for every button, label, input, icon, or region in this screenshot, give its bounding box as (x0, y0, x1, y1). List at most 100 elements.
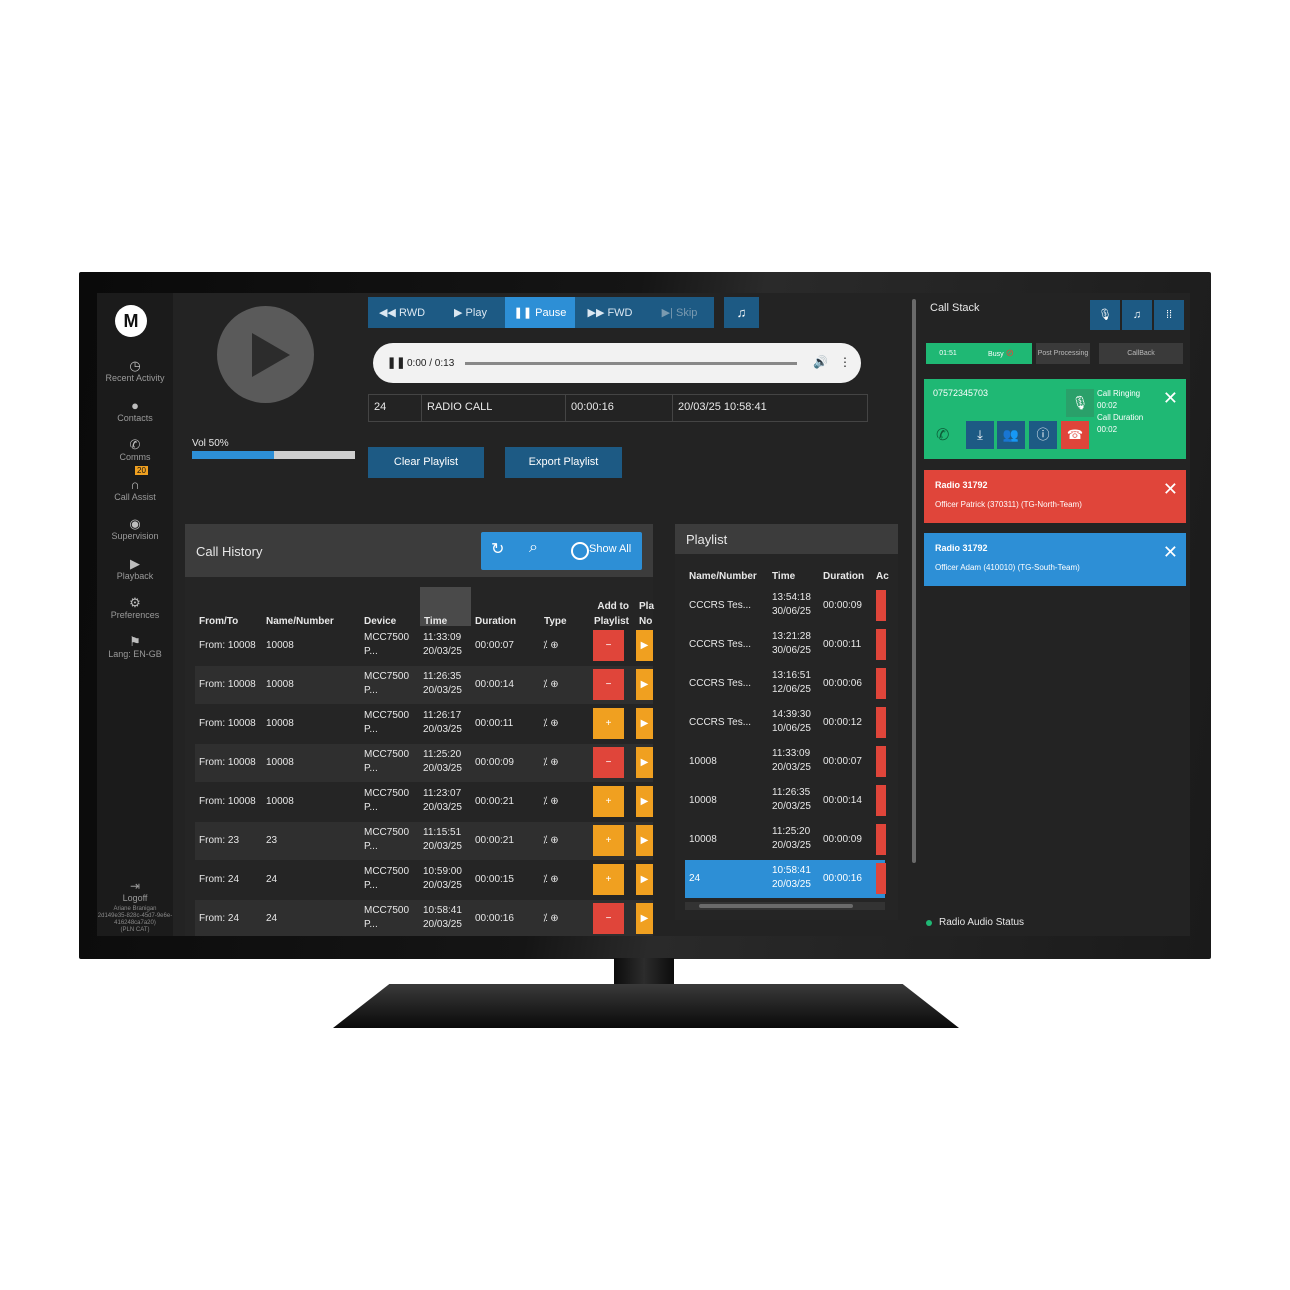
playlist-row[interactable]: CCCRS Tes... 14:39:30 10/06/25 00:00:12 (685, 704, 886, 742)
nav-playback[interactable]: ▶ Playback (97, 557, 173, 582)
volume-slider[interactable] (192, 451, 355, 459)
volume-icon[interactable]: 🔊 (813, 355, 828, 369)
vertical-scrollbar[interactable] (912, 299, 916, 863)
close-icon[interactable]: ✕ (1163, 389, 1178, 407)
remove-from-playlist-button[interactable] (876, 668, 886, 699)
download-icon[interactable]: ⤓ (966, 421, 994, 449)
add-to-playlist-button[interactable]: − (593, 903, 624, 934)
search-icon[interactable]: ⌕ (529, 539, 538, 557)
radio-card-2[interactable]: Radio 31792 Officer Adam (410010) (TG-So… (924, 533, 1186, 586)
playlist-row[interactable]: 10008 11:33:09 20/03/25 00:00:07 (685, 743, 886, 781)
nav-contacts[interactable]: ● Contacts (97, 399, 173, 424)
table-row[interactable]: From: 23 23 MCC7500 P... 11:15:51 20/03/25 00:… (195, 822, 653, 860)
playlist-row[interactable]: CCCRS Tes... 13:16:51 12/06/25 00:00:06 (685, 665, 886, 703)
col-device[interactable]: Device (364, 616, 396, 627)
add-to-playlist-button[interactable]: − (593, 630, 624, 661)
play-now-button[interactable]: ▶ (636, 864, 653, 895)
add-to-playlist-button[interactable]: + (593, 708, 624, 739)
callback-tab[interactable]: CallBack (1099, 343, 1183, 364)
headset-icon[interactable]: ♫ (1122, 300, 1152, 330)
call-mic-icon[interactable]: 🎙 (1066, 389, 1094, 417)
col-play-now-2: No (639, 616, 653, 627)
clear-playlist-button[interactable]: Clear Playlist (368, 447, 484, 478)
pl-cell-time: 13:16:51 (772, 670, 811, 681)
nav-supervision[interactable]: ◉ Supervision (97, 517, 173, 542)
skip-button[interactable]: ▶| Skip (645, 297, 714, 328)
remove-from-playlist-button[interactable] (876, 824, 886, 855)
table-row[interactable]: From: 24 24 MCC7500 P... 10:58:41 20/03/25 00:… (195, 900, 653, 936)
remove-from-playlist-button[interactable] (876, 863, 886, 894)
scroll-thumb[interactable] (699, 904, 853, 908)
play-now-button[interactable]: ▶ (636, 669, 653, 700)
show-all-button[interactable]: Show All (589, 543, 631, 555)
playlist-row[interactable]: 10008 11:25:20 20/03/25 00:00:09 (685, 821, 886, 859)
play-now-button[interactable]: ▶ (636, 747, 653, 778)
add-to-playlist-button[interactable]: + (593, 864, 624, 895)
hangup-icon[interactable]: ☎ (1061, 421, 1089, 449)
add-to-playlist-button[interactable]: − (593, 669, 624, 700)
add-to-playlist-button[interactable]: + (593, 786, 624, 817)
info-number: 24 (369, 395, 422, 421)
playlist-row[interactable]: CCCRS Tes... 13:54:18 30/06/25 00:00:09 (685, 587, 886, 625)
more-options-icon[interactable]: ⋮ (839, 355, 851, 369)
fwd-button[interactable]: ▶▶ FWD (575, 297, 645, 328)
post-processing-tab[interactable]: Post Processing (1036, 343, 1090, 364)
busy-tab[interactable]: Busy ⊘ (970, 343, 1032, 364)
playlist-row[interactable]: 24 10:58:41 20/03/25 00:00:16 (685, 860, 886, 898)
close-icon[interactable]: ✕ (1163, 543, 1178, 561)
playlist-row[interactable]: CCCRS Tes... 13:21:28 30/06/25 00:00:11 (685, 626, 886, 664)
answer-phone-icon[interactable]: ✆ (936, 425, 949, 445)
playlist-row[interactable]: 10008 11:26:35 20/03/25 00:00:14 (685, 782, 886, 820)
col-duration[interactable]: Duration (475, 616, 516, 627)
active-call-card[interactable]: 07572345703 🎙 Call Ringing 00:02 Call Du… (924, 379, 1186, 459)
info-icon[interactable]: ⓘ (1029, 421, 1057, 449)
close-icon[interactable]: ✕ (1163, 480, 1178, 498)
col-playlist[interactable]: Playlist (593, 616, 629, 627)
nav-recent-activity[interactable]: ◷ Recent Activity (97, 359, 173, 384)
nav-language[interactable]: ⚑ Lang: EN-GB (97, 635, 173, 660)
remove-from-playlist-button[interactable] (876, 590, 886, 621)
playlist-header: Playlist (675, 524, 898, 554)
table-row[interactable]: From: 10008 10008 MCC7500 P... 11:23:07 20/03… (195, 783, 653, 821)
pause-button[interactable]: ❚❚ Pause (505, 297, 575, 328)
col-time[interactable]: Time (424, 616, 447, 627)
export-playlist-button[interactable]: Export Playlist (505, 447, 622, 478)
play-now-button[interactable]: ▶ (636, 786, 653, 817)
play-now-button[interactable]: ▶ (636, 630, 653, 661)
table-row[interactable]: From: 24 24 MCC7500 P... 10:59:00 20/03/25 00:… (195, 861, 653, 899)
nav-preferences[interactable]: ⚙ Preferences (97, 596, 173, 621)
microphone-icon[interactable]: 🎙 (1090, 300, 1120, 330)
nav-call-assist[interactable]: ∩ Call Assist (97, 478, 173, 503)
table-row[interactable]: From: 10008 10008 MCC7500 P... 11:33:09 20/03… (195, 627, 653, 665)
col-from-to[interactable]: From/To (199, 616, 238, 627)
headphones-icon[interactable]: ♫ (724, 297, 759, 328)
table-row[interactable]: From: 10008 10008 MCC7500 P... 11:26:35 20/03… (195, 666, 653, 704)
table-row[interactable]: From: 10008 10008 MCC7500 P... 11:26:17 20/03… (195, 705, 653, 743)
nav-comms[interactable]: ✆ Comms 20 (97, 438, 173, 475)
group-icon[interactable]: 👥 (997, 421, 1025, 449)
add-to-playlist-button[interactable]: + (593, 825, 624, 856)
play-now-button[interactable]: ▶ (636, 708, 653, 739)
add-to-playlist-button[interactable]: − (593, 747, 624, 778)
playlist-horizontal-scrollbar[interactable] (685, 902, 885, 910)
remove-from-playlist-button[interactable] (876, 785, 886, 816)
remove-from-playlist-button[interactable] (876, 707, 886, 738)
keypad-icon[interactable]: ⁞⁞ (1154, 300, 1184, 330)
radio-card-1[interactable]: Radio 31792 Officer Patrick (370311) (TG… (924, 470, 1186, 523)
play-button[interactable]: ▶ Play (436, 297, 505, 328)
col-name-number[interactable]: Name/Number (266, 616, 334, 627)
audio-seek-bar[interactable] (465, 362, 797, 365)
table-row[interactable]: From: 10008 10008 MCC7500 P... 11:25:20 20/03… (195, 744, 653, 782)
pause-icon[interactable]: ❚❚ (387, 356, 405, 369)
play-now-button[interactable]: ▶ (636, 903, 653, 934)
logoff-button[interactable]: ⇥ Logoff (97, 879, 173, 903)
refresh-icon[interactable]: ↻ (491, 539, 504, 559)
remove-from-playlist-button[interactable] (876, 629, 886, 660)
rwd-button[interactable]: ◀◀ RWD (368, 297, 436, 328)
col-type[interactable]: Type (544, 616, 567, 627)
play-now-button[interactable]: ▶ (636, 825, 653, 856)
big-play-icon[interactable] (217, 306, 314, 403)
show-all-toggle-icon[interactable] (571, 542, 589, 560)
remove-from-playlist-button[interactable] (876, 746, 886, 777)
pl-cell-duration: 00:00:06 (823, 678, 862, 689)
